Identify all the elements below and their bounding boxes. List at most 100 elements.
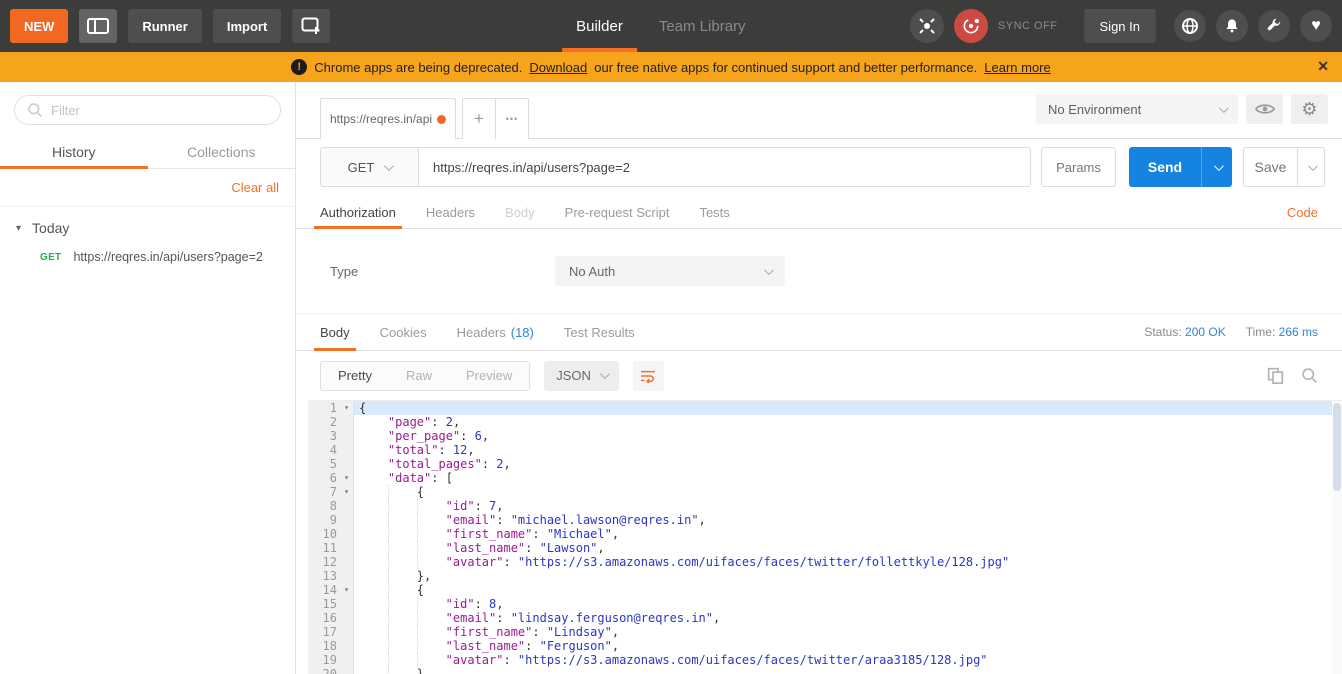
tab-body[interactable]: Body <box>505 196 535 228</box>
tab-test-results[interactable]: Test Results <box>564 314 635 350</box>
environment-settings-button[interactable]: ⚙ <box>1291 94 1328 124</box>
send-label[interactable]: Send <box>1129 147 1201 187</box>
gutter: 3 <box>308 429 354 443</box>
tab-authorization[interactable]: Authorization <box>320 196 396 228</box>
fold-spacer <box>340 597 353 611</box>
save-options-button[interactable] <box>1297 148 1324 186</box>
fold-spacer <box>340 443 353 457</box>
history-group-today[interactable]: ▾ Today <box>0 207 295 244</box>
send-options-button[interactable] <box>1201 147 1232 187</box>
unsaved-dot-icon <box>437 115 446 124</box>
request-tab-title: https://reqres.in/api/u <box>330 112 432 126</box>
fold-caret-icon[interactable]: ▾ <box>340 485 353 499</box>
two-pane-layout-icon <box>87 18 109 34</box>
fold-caret-icon[interactable]: ▾ <box>340 401 353 415</box>
request-tab-strip: https://reqres.in/api/u + ••• No Environ… <box>296 82 1342 139</box>
tab-tests[interactable]: Tests <box>699 196 729 228</box>
view-pretty-button[interactable]: Pretty <box>321 362 389 390</box>
globe-button[interactable] <box>1174 10 1206 42</box>
request-tab[interactable]: https://reqres.in/api/u <box>320 98 456 139</box>
status-label: Status: <box>1144 325 1181 339</box>
fold-spacer <box>340 541 353 555</box>
view-preview-button[interactable]: Preview <box>449 362 529 390</box>
tab-team-library[interactable]: Team Library <box>659 0 746 52</box>
tab-history[interactable]: History <box>0 135 148 168</box>
auth-type-select[interactable]: No Auth <box>555 256 785 286</box>
fold-caret-icon[interactable]: ▾ <box>340 471 353 485</box>
code-line: 5"total_pages": 2, <box>308 457 1342 471</box>
view-raw-button[interactable]: Raw <box>389 362 449 390</box>
copy-response-button[interactable] <box>1267 367 1284 384</box>
response-body-editor[interactable]: 1▾{2"page": 2,3"per_page": 6,4"total": 1… <box>308 400 1342 674</box>
tab-builder[interactable]: Builder <box>576 0 623 52</box>
download-link[interactable]: Download <box>529 60 587 75</box>
interceptor-icon <box>918 17 936 35</box>
search-icon <box>27 102 43 118</box>
status-value[interactable]: 200 OK <box>1185 325 1226 339</box>
fold-caret-icon[interactable]: ▾ <box>340 583 353 597</box>
import-button[interactable]: Import <box>213 9 281 43</box>
tab-response-body[interactable]: Body <box>320 314 350 350</box>
banner-close-icon[interactable]: ✕ <box>1317 58 1329 75</box>
learn-more-link[interactable]: Learn more <box>984 60 1050 75</box>
language-select[interactable]: JSON <box>544 361 619 391</box>
code-line: 16"email": "lindsay.ferguson@reqres.in", <box>308 611 1342 625</box>
runner-button[interactable]: Runner <box>128 9 202 43</box>
tab-cookies[interactable]: Cookies <box>380 314 427 350</box>
warning-icon: ! <box>291 59 307 75</box>
gutter: 6▾ <box>308 471 354 485</box>
sync-status-label: SYNC OFF <box>998 20 1058 32</box>
history-method-badge: GET <box>40 252 61 263</box>
scrollbar-thumb[interactable] <box>1333 403 1341 491</box>
editor-scrollbar[interactable] <box>1332 401 1342 674</box>
request-builder-row: GET Params Send Save <box>320 147 1325 187</box>
filter-input[interactable] <box>14 95 281 125</box>
fold-spacer <box>340 415 353 429</box>
environment-preview-button[interactable] <box>1246 94 1283 124</box>
history-item[interactable]: GET https://reqres.in/api/users?page=2 <box>0 244 295 270</box>
fold-spacer <box>340 527 353 541</box>
fold-spacer <box>340 555 353 569</box>
tab-pre-request-script[interactable]: Pre-request Script <box>565 196 670 228</box>
search-response-button[interactable] <box>1301 367 1318 384</box>
deprecation-banner: ! Chrome apps are being deprecated. Down… <box>0 52 1342 82</box>
headers-count-badge: (18) <box>511 325 534 340</box>
environment-select[interactable]: No Environment <box>1036 94 1238 124</box>
save-button[interactable]: Save <box>1243 147 1325 187</box>
gutter: 16 <box>308 611 354 625</box>
time-value[interactable]: 266 ms <box>1279 325 1318 339</box>
save-label[interactable]: Save <box>1244 148 1297 186</box>
generate-code-link[interactable]: Code <box>1287 196 1318 228</box>
new-button[interactable]: NEW <box>10 9 68 43</box>
banner-text: Chrome apps are being deprecated. <box>314 60 522 75</box>
interceptor-button[interactable] <box>910 9 944 43</box>
send-button[interactable]: Send <box>1129 147 1232 187</box>
sidebar-toggle-button[interactable] <box>79 9 117 43</box>
notifications-button[interactable] <box>1216 10 1248 42</box>
new-window-button[interactable] <box>292 9 330 43</box>
tab-headers[interactable]: Headers <box>426 196 475 228</box>
sign-in-button[interactable]: Sign In <box>1084 9 1156 43</box>
settings-button[interactable] <box>1258 10 1290 42</box>
code-line: 8"id": 7, <box>308 499 1342 513</box>
tab-response-headers[interactable]: Headers (18) <box>457 314 534 350</box>
favorites-button[interactable]: ♥ <box>1300 10 1332 42</box>
gutter: 15 <box>308 597 354 611</box>
wrap-lines-icon <box>640 369 656 383</box>
globe-icon <box>1181 17 1199 35</box>
wrench-icon <box>1266 18 1282 34</box>
code-line: 18"last_name": "Ferguson", <box>308 639 1342 653</box>
method-value: GET <box>348 160 375 175</box>
gutter: 18 <box>308 639 354 653</box>
method-select[interactable]: GET <box>320 147 419 187</box>
search-icon <box>1301 367 1318 384</box>
tab-options-button[interactable]: ••• <box>495 98 529 139</box>
wrap-lines-button[interactable] <box>633 361 664 391</box>
params-button[interactable]: Params <box>1041 147 1116 187</box>
sync-button[interactable] <box>954 9 988 43</box>
add-tab-button[interactable]: + <box>462 98 495 139</box>
clear-all-link[interactable]: Clear all <box>0 169 295 207</box>
tab-collections[interactable]: Collections <box>148 135 296 168</box>
url-input[interactable] <box>419 147 1031 187</box>
code-line: 9"email": "michael.lawson@reqres.in", <box>308 513 1342 527</box>
